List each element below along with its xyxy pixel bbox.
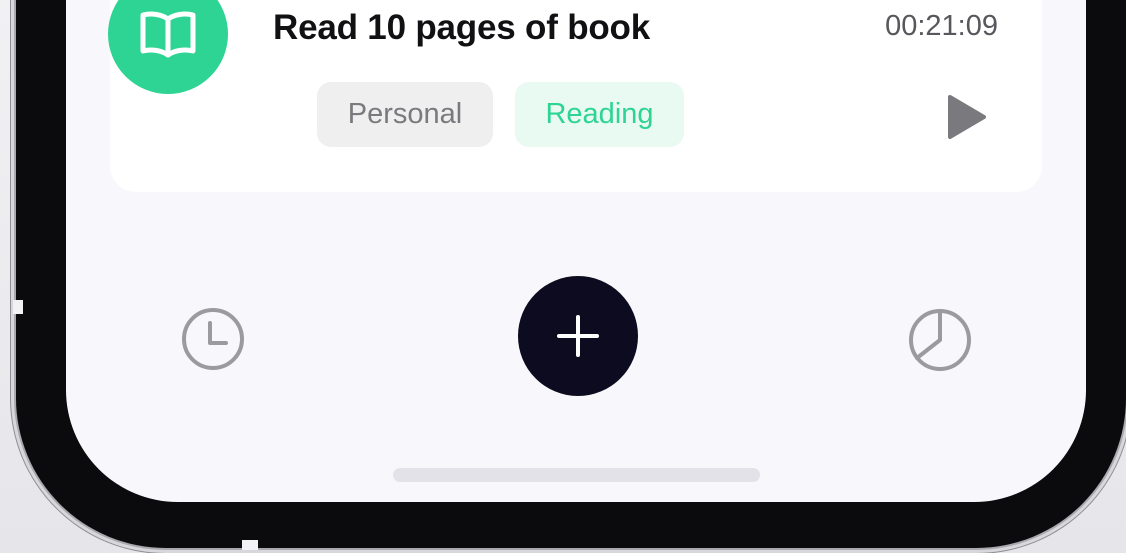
frame-antenna-mark (13, 300, 23, 314)
tag-reading: Reading (515, 82, 684, 147)
frame-antenna-mark (242, 540, 258, 550)
play-button[interactable] (942, 92, 992, 142)
task-title: Read 10 pages of book (273, 8, 651, 47)
pie-chart-icon (909, 309, 971, 371)
nav-statistics-button[interactable] (904, 304, 974, 374)
book-icon (140, 11, 196, 58)
clock-icon (182, 308, 244, 370)
home-indicator[interactable] (393, 468, 760, 482)
task-timer: 00:21:09 (885, 10, 998, 42)
tag-personal: Personal (317, 82, 493, 147)
plus-icon (557, 315, 599, 357)
device-stage: Read 10 pages of book 00:21:09 Personal … (0, 0, 1126, 553)
add-task-button[interactable] (518, 276, 638, 396)
phone-screen: Read 10 pages of book 00:21:09 Personal … (66, 0, 1086, 502)
play-icon (948, 95, 986, 139)
nav-history-button[interactable] (178, 304, 248, 374)
